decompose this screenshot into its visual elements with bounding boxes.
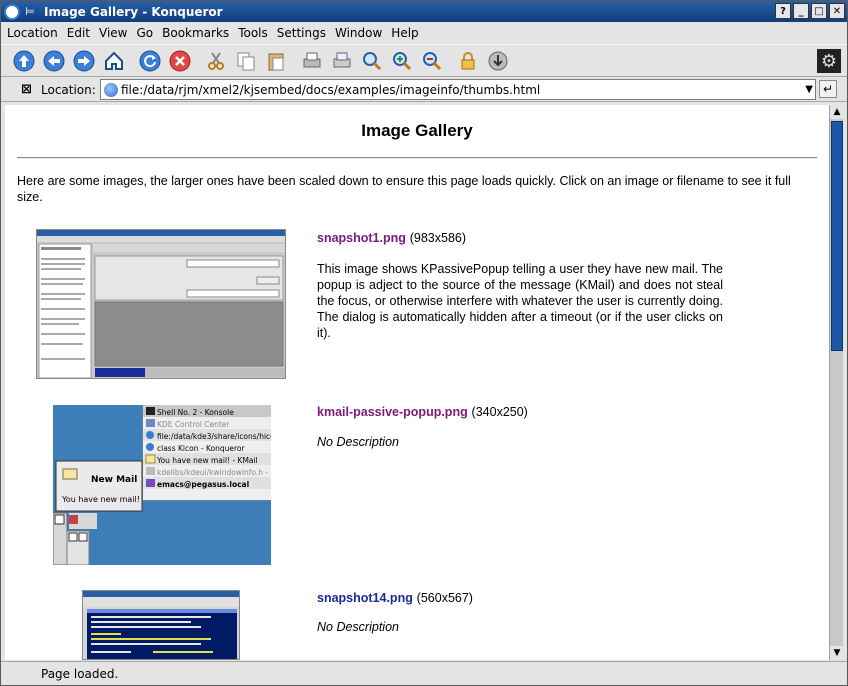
maximize-button[interactable]: □: [811, 3, 827, 19]
chevron-down-icon[interactable]: ▼: [805, 84, 813, 95]
cut-icon[interactable]: [203, 48, 229, 74]
scroll-down-icon[interactable]: ▼: [830, 646, 844, 660]
stop-icon[interactable]: [167, 48, 193, 74]
home-icon[interactable]: [101, 48, 127, 74]
item-header-snapshot1: snapshot1.png (983x586): [317, 231, 466, 245]
item-description: This image shows KPassivePopup telling a…: [317, 262, 723, 340]
item-dims: (340x250): [471, 405, 528, 419]
status-bar: Page loaded.: [1, 661, 847, 685]
menu-edit[interactable]: Edit: [67, 26, 90, 40]
intro-text: Here are some images, the larger ones ha…: [17, 174, 791, 204]
thumb-list-item: emacs@pegasus.local: [157, 480, 250, 489]
up-icon[interactable]: [11, 48, 37, 74]
menu-tools[interactable]: Tools: [238, 26, 268, 40]
konqueror-icon[interactable]: [4, 3, 20, 20]
thumb-popup-title: New Mail: [91, 475, 138, 485]
thumb-list-item: You have new mail! - KMail: [157, 456, 258, 465]
gear-icon[interactable]: ⚙: [817, 49, 841, 73]
thumb-list-item: kdelibs/kdeui/kwindowinfo.h - view: [157, 468, 271, 477]
item-description: No Description: [317, 620, 399, 634]
menu-location[interactable]: Location: [7, 26, 58, 40]
back-icon[interactable]: [41, 48, 67, 74]
snapshot1-thumb-image: [37, 230, 285, 378]
thumb-window-list: Shell No. 2 - Konsole KDE Control Center…: [157, 407, 271, 491]
print-frame-icon[interactable]: [329, 48, 355, 74]
main-toolbar: ⚙: [1, 44, 847, 77]
thumb-list-item: KDE Control Center: [157, 420, 230, 429]
clear-location-icon[interactable]: ⊠: [21, 82, 41, 97]
pin-icon[interactable]: ⊨: [24, 5, 36, 18]
print-icon[interactable]: [299, 48, 325, 74]
location-input[interactable]: file:/data/rjm/xmel2/kjsembed/docs/examp…: [100, 79, 816, 100]
thumb-popup-body: You have new mail!: [62, 495, 140, 504]
menu-settings[interactable]: Settings: [277, 26, 326, 40]
menu-help[interactable]: Help: [391, 26, 418, 40]
thumbnail-snapshot1[interactable]: [36, 229, 286, 379]
zoom-in-icon[interactable]: [389, 48, 415, 74]
vertical-scrollbar[interactable]: ▲ ▼: [829, 105, 844, 660]
menu-go[interactable]: Go: [137, 26, 154, 40]
scrollbar-thumb[interactable]: [831, 121, 843, 351]
item-dims: (560x567): [416, 591, 473, 605]
page-title: Image Gallery: [361, 121, 473, 140]
snapshot14-thumb-image: [83, 591, 239, 659]
menu-view[interactable]: View: [99, 26, 127, 40]
menu-bar: Location Edit View Go Bookmarks Tools Se…: [1, 22, 847, 44]
location-url: file:/data/rjm/xmel2/kjsembed/docs/examp…: [121, 82, 541, 97]
status-text: Page loaded.: [41, 666, 119, 681]
location-label: Location:: [41, 82, 96, 97]
download-icon[interactable]: [485, 48, 511, 74]
lock-icon[interactable]: [455, 48, 481, 74]
go-button[interactable]: ↵: [819, 80, 837, 98]
paste-icon[interactable]: [263, 48, 289, 74]
menu-bookmarks[interactable]: Bookmarks: [162, 26, 229, 40]
item-link-snapshot1[interactable]: snapshot1.png: [317, 231, 406, 245]
thumb-list-item: Shell No. 2 - Konsole: [157, 408, 234, 417]
scroll-up-icon[interactable]: ▲: [830, 105, 844, 119]
thumbnail-snapshot14[interactable]: [82, 590, 240, 660]
minimize-button[interactable]: _: [793, 3, 809, 19]
title-bar[interactable]: ⊨ Image Gallery - Konqueror ? _ □ ✕: [1, 1, 847, 22]
thumbnail-kmail-passive-popup[interactable]: Shell No. 2 - Konsole KDE Control Center…: [53, 405, 271, 565]
forward-icon[interactable]: [71, 48, 97, 74]
close-button[interactable]: ✕: [829, 3, 845, 19]
thumb-list-item: file:/data/kde3/share/icons/hicolor/16..…: [157, 432, 271, 441]
help-button[interactable]: ?: [775, 3, 791, 19]
globe-icon: [104, 83, 118, 97]
item-header-snapshot14: snapshot14.png (560x567): [317, 591, 473, 605]
page-content: Image Gallery Here are some images, the …: [5, 105, 829, 660]
thumb-list-item: class Kicon - Konqueror: [157, 444, 245, 453]
horizontal-rule: [17, 157, 817, 159]
item-link-snapshot14[interactable]: snapshot14.png: [317, 591, 413, 605]
item-dims: (983x586): [409, 231, 467, 245]
zoom-icon[interactable]: [359, 48, 385, 74]
location-bar: ⊠ Location: file:/data/rjm/xmel2/kjsembe…: [1, 78, 847, 102]
zoom-out-icon[interactable]: [419, 48, 445, 74]
copy-icon[interactable]: [233, 48, 259, 74]
window-title: Image Gallery - Konqueror: [44, 4, 223, 19]
reload-icon[interactable]: [137, 48, 163, 74]
konqueror-window: ⊨ Image Gallery - Konqueror ? _ □ ✕ Loca…: [0, 0, 848, 686]
item-header-kmail-passive-popup: kmail-passive-popup.png (340x250): [317, 405, 528, 419]
item-link-kmail-passive-popup[interactable]: kmail-passive-popup.png: [317, 405, 468, 419]
menu-window[interactable]: Window: [335, 26, 382, 40]
item-description: No Description: [317, 435, 399, 449]
